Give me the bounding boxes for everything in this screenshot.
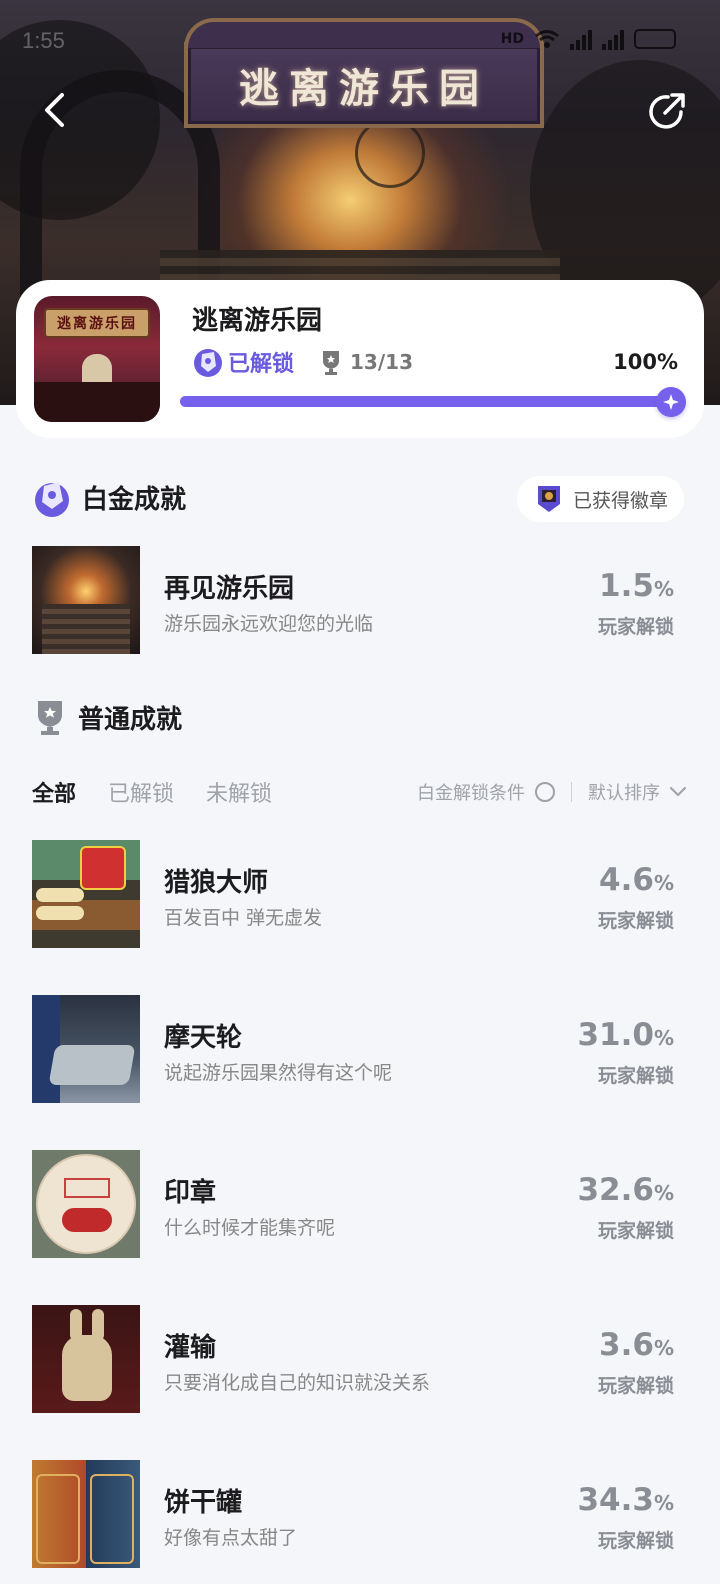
achievement-item[interactable]: 摩天轮 说起游乐园果然得有这个呢 31.0% 玩家解锁 [32, 995, 688, 1103]
chevron-left-icon [45, 93, 64, 127]
achievement-unlock-label: 玩家解锁 [597, 910, 674, 932]
trophy-icon [38, 701, 62, 735]
achievement-unlock-rate: 1.5% [599, 568, 674, 604]
hero-sign-text: 逃离游乐园 [239, 65, 489, 112]
achievement-name: 印章 [164, 1178, 217, 1208]
hero-ferris-wheel [355, 118, 425, 188]
achievement-unlock-rate: 4.6% [599, 862, 674, 898]
achievement-description: 什么时候才能集齐呢 [164, 1217, 336, 1239]
signal-5g-icon-2 [602, 28, 624, 50]
earned-badge-label: 已获得徽章 [572, 489, 668, 512]
achievement-item[interactable]: 饼干罐 好像有点太甜了 34.3% 玩家解锁 [32, 1460, 688, 1568]
game-cover[interactable]: 逃离游乐园 [34, 296, 160, 422]
game-cover-stage [34, 382, 160, 422]
achievement-unlock-label: 玩家解锁 [597, 1530, 674, 1552]
achievement-unlock-rate: 32.6% [577, 1172, 674, 1208]
share-icon [649, 93, 685, 129]
trophy-count-value: 13/13 [350, 350, 413, 374]
platinum-condition-toggle[interactable]: 白金解锁条件 [417, 779, 555, 805]
achievement-item[interactable]: 灌输 只要消化成自己的知识就没关系 3.6% 玩家解锁 [32, 1305, 688, 1413]
signal-5g-icon [570, 28, 592, 50]
tab-locked[interactable]: 未解锁 [206, 776, 272, 808]
achievement-item[interactable]: 猎狼大师 百发百中 弹无虚发 4.6% 玩家解锁 [32, 840, 688, 948]
trophy-icon [323, 351, 340, 375]
back-button[interactable] [34, 88, 74, 132]
achievement-thumbnail [32, 1460, 140, 1568]
status-icons: HD [501, 28, 676, 50]
status-time: 1:55 [22, 28, 65, 53]
achievement-thumbnail [32, 1305, 140, 1413]
chevron-down-icon [669, 786, 687, 797]
sort-dropdown[interactable]: 默认排序 [588, 779, 688, 805]
normal-section-header: 普通成就 [32, 698, 182, 736]
platinum-achievement-item[interactable]: 再见游乐园 游乐园永远欢迎您的光临 1.5% 玩家解锁 [32, 546, 688, 654]
platinum-condition-label: 白金解锁条件 [417, 783, 525, 804]
filter-options: 白金解锁条件 默认排序 [417, 779, 688, 805]
game-summary-card: 逃离游乐园 逃离游乐园 已解锁 13/13 100% [16, 280, 704, 438]
achievement-unlock-label: 玩家解锁 [597, 1220, 674, 1242]
achievement-unlock-label: 玩家解锁 [597, 1375, 674, 1397]
achievement-name: 再见游乐园 [164, 574, 295, 604]
achievement-thumbnail [32, 840, 140, 948]
achievement-unlock-rate: 34.3% [577, 1482, 674, 1518]
platinum-section-title: 白金成就 [82, 484, 187, 515]
achievement-thumbnail [32, 1150, 140, 1258]
completion-progress-bar [180, 387, 686, 417]
completion-progress-fill [180, 396, 672, 407]
achievement-name: 摩天轮 [164, 1023, 243, 1053]
sort-label: 默认排序 [588, 783, 660, 804]
achievement-item[interactable]: 印章 什么时候才能集齐呢 32.6% 玩家解锁 [32, 1150, 688, 1258]
achievement-unlock-rate: 3.6% [599, 1327, 674, 1363]
filter-bar: 全部 已解锁 未解锁 白金解锁条件 默认排序 [32, 772, 688, 812]
hd-icon: HD [500, 31, 524, 47]
achievement-name: 饼干罐 [164, 1488, 243, 1518]
unlock-status-label: 已解锁 [228, 352, 295, 377]
platinum-trophy-icon [194, 349, 222, 377]
achievement-name: 猎狼大师 [164, 868, 269, 898]
unlock-status-row: 已解锁 13/13 [192, 346, 413, 378]
achievement-unlock-label: 玩家解锁 [597, 616, 674, 638]
platinum-section-header: 白金成就 [32, 476, 186, 518]
progress-knob [656, 387, 686, 417]
normal-section-title: 普通成就 [78, 704, 183, 735]
platinum-trophy-icon [35, 482, 69, 517]
hero-sign: 逃离游乐园 [184, 18, 544, 128]
achievement-name: 灌输 [164, 1333, 217, 1363]
game-cover-title: 逃离游乐园 [44, 308, 150, 338]
tab-unlocked[interactable]: 已解锁 [108, 776, 174, 808]
achievement-description: 说起游乐园果然得有这个呢 [164, 1062, 393, 1084]
wifi-icon [535, 30, 559, 48]
battery-icon [634, 29, 676, 49]
achievement-thumbnail [32, 546, 140, 654]
badge-icon [537, 486, 560, 512]
trophy-count: 13/13 [320, 349, 413, 375]
game-title: 逃离游乐园 [192, 306, 323, 336]
earned-badge-button[interactable]: 已获得徽章 [516, 476, 684, 522]
divider [571, 782, 572, 802]
share-button[interactable] [644, 88, 690, 134]
sparkle-icon [663, 394, 679, 410]
achievement-description: 游乐园永远欢迎您的光临 [164, 613, 374, 635]
achievement-unlock-rate: 31.0% [577, 1017, 674, 1053]
platinum-condition-radio[interactable] [535, 782, 555, 802]
achievement-thumbnail [32, 995, 140, 1103]
completion-percent: 100% [613, 350, 678, 374]
achievement-description: 好像有点太甜了 [164, 1527, 298, 1549]
tab-all[interactable]: 全部 [32, 776, 76, 808]
achievement-description: 只要消化成自己的知识就没关系 [164, 1372, 431, 1394]
achievement-unlock-label: 玩家解锁 [597, 1065, 674, 1087]
achievement-description: 百发百中 弹无虚发 [164, 907, 323, 929]
